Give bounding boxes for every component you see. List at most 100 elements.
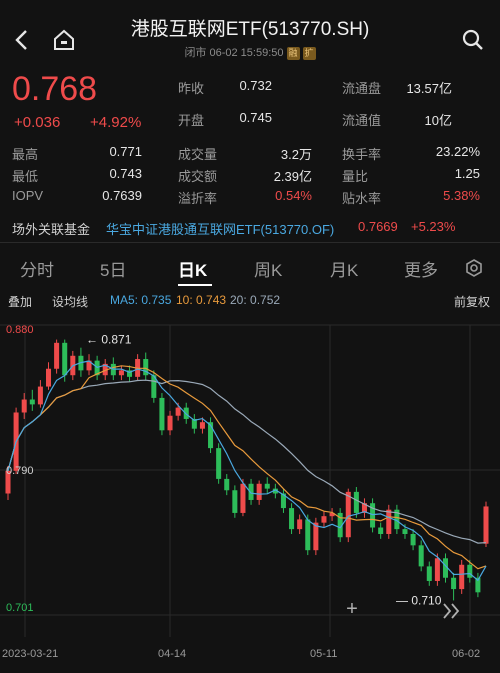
search-icon[interactable]: [461, 28, 485, 52]
candle-body: [62, 342, 68, 376]
x-axis-label: 2023-03-21: [2, 648, 58, 660]
kline-chart[interactable]: 0.880 0.790 0.701 2023-03-21 04-14 05-11 06-02…: [0, 315, 500, 668]
candle-body: [256, 483, 262, 500]
quote-value: 23.22%: [435, 144, 480, 159]
status-text: 闭市 06-02 15:59:50: [184, 47, 284, 59]
last-price: 0.768: [12, 70, 98, 108]
ma20-line: [7, 379, 487, 544]
candle-body: [459, 564, 465, 590]
settings-icon[interactable]: [464, 258, 484, 283]
indicator-row: 叠加 设均线 MA5: 0.735 10: 0.743 20: 0.752 前复…: [0, 290, 500, 312]
candle-body: [410, 533, 416, 546]
page-title: 港股互联网ETF(513770.SH): [130, 19, 370, 40]
candle-body: [264, 483, 270, 489]
candle-body: [345, 491, 351, 538]
quote-label: 开盘: [178, 113, 205, 128]
candle-body: [483, 506, 489, 544]
quote-value: 0.743: [109, 166, 142, 181]
zoom-in-button[interactable]: +: [340, 598, 364, 622]
candle-body: [402, 529, 408, 534]
tab-weekly-k[interactable]: 周K: [254, 256, 282, 281]
low-annotation: — 0.710: [396, 593, 442, 607]
adjust-button[interactable]: 前复权: [454, 293, 490, 310]
market-status: 闭市 06-02 15:59:50 融扩: [0, 44, 500, 60]
ma10-value: 10: 0.743: [176, 293, 227, 307]
candle-body: [378, 527, 384, 534]
quote-label: 贴水率: [342, 191, 382, 206]
candle-body: [451, 577, 457, 590]
quote-value: 0.771: [109, 144, 142, 159]
ma20-value: 20: 0.752: [230, 293, 281, 307]
quote-label: IOPV: [12, 188, 44, 203]
candle-body: [199, 422, 205, 429]
candle-body: [321, 516, 327, 523]
price-change-pct: +4.92%: [90, 114, 142, 131]
ma5-line: [7, 360, 487, 582]
margin-badge: 融: [286, 47, 300, 60]
price-change: +0.036: [14, 114, 61, 131]
tab-timeshare[interactable]: 分时: [20, 256, 54, 281]
period-tabs: 分时 5日 日K 周K 月K 更多: [0, 250, 500, 286]
candle-body: [159, 397, 165, 431]
x-axis-label: 06-02: [452, 648, 480, 660]
candle-body: [353, 491, 359, 513]
quote-value: 5.38%: [443, 188, 480, 203]
candle-body: [289, 508, 295, 530]
quote-value: 10亿: [424, 113, 452, 128]
quote-label: 成交额: [178, 169, 218, 184]
candle-body: [305, 519, 311, 551]
x-axis-label: 05-11: [310, 648, 337, 660]
candle-body: [467, 564, 473, 578]
candle-body: [232, 490, 238, 513]
quote-label: 量比: [342, 169, 369, 184]
quote-label: 流通值: [342, 113, 382, 128]
quote-value: 0.7639: [102, 188, 142, 203]
quote-value: 0.745: [239, 110, 272, 125]
candle-body: [240, 483, 246, 513]
fund-change: +5.23%: [411, 219, 456, 234]
ma5-value: MA5: 0.735: [110, 293, 172, 307]
tab-5day[interactable]: 5日: [100, 256, 126, 281]
candle-body: [216, 448, 222, 479]
quote-value: 2.39亿: [273, 169, 312, 184]
candle-body: [386, 509, 392, 534]
candle-body: [418, 545, 424, 567]
fund-name[interactable]: 华宝中证港股通互联网ETF(513770.OF): [106, 219, 334, 238]
quote-label: 溢折率: [178, 191, 218, 206]
quote-value: 0.732: [239, 78, 272, 93]
quote-label: 流通盘: [342, 81, 382, 96]
tab-more[interactable]: 更多: [404, 256, 438, 281]
y-axis-label: 0.701: [6, 602, 34, 614]
active-tab-indicator: [178, 284, 212, 286]
candle-body: [434, 558, 440, 581]
quote-label: 换手率: [342, 147, 382, 162]
candle-body: [54, 342, 60, 369]
quote-value: 0.54%: [275, 188, 312, 203]
kline-svg: 0.880 0.790 0.701 2023-03-21 04-14 05-11 06-02…: [0, 324, 500, 660]
x-axis-label: 04-14: [158, 648, 186, 660]
tab-monthly-k[interactable]: 月K: [330, 256, 358, 281]
candle-body: [29, 399, 35, 405]
quote-label: 成交量: [178, 147, 218, 162]
high-annotation: ← 0.871: [86, 333, 132, 347]
candle-body: [45, 368, 52, 387]
quote-value: 3.2万: [280, 147, 312, 162]
tab-daily-k[interactable]: 日K: [178, 256, 207, 281]
candle-body: [297, 519, 303, 530]
fund-value: 0.7669: [358, 219, 398, 234]
set-ma-button[interactable]: 设均线: [52, 293, 88, 310]
candle-body: [175, 407, 181, 416]
y-axis-label: 0.790: [6, 465, 34, 477]
candle-body: [118, 370, 124, 376]
overlay-button[interactable]: 叠加: [8, 293, 32, 310]
fund-label: 场外关联基金: [12, 222, 91, 237]
expand-badge: 扩: [302, 47, 316, 60]
candle-body: [167, 415, 173, 431]
related-fund-row[interactable]: 场外关联基金 华宝中证港股通互联网ETF(513770.OF) 0.7669 +…: [0, 212, 500, 243]
candle-body: [37, 386, 43, 405]
quote-label: 最高: [12, 147, 39, 162]
candle-body: [224, 478, 230, 491]
candle-body: [426, 566, 432, 581]
scroll-right-icon[interactable]: [440, 600, 464, 622]
candle-body: [21, 399, 27, 413]
